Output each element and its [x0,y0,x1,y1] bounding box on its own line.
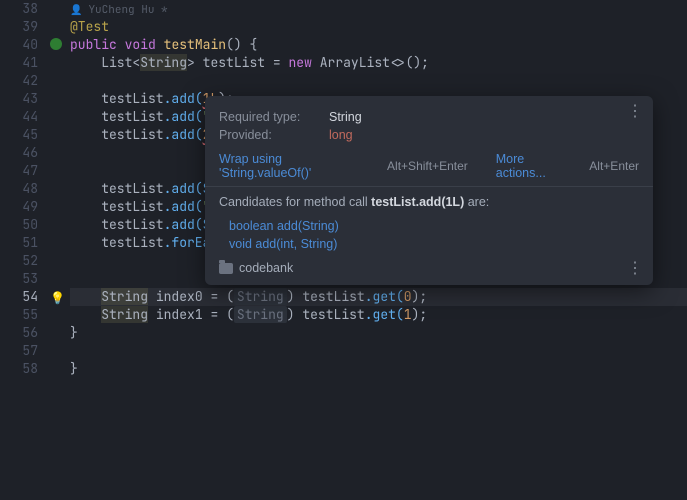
line-number: 54 [0,288,38,306]
line-number: 58 [0,360,38,378]
line-gutter: 💡 38 39 40 41 42 43 44 45 46 47 48 49 50… [0,0,48,500]
error-tooltip[interactable]: ⋮ Required type: String Provided: long W… [205,96,653,285]
current-line: String index0 = (String) testList.get(0)… [70,288,687,306]
module-name: codebank [239,261,293,275]
line-number: 48 [0,180,38,198]
line-number: 47 [0,162,38,180]
intention-bulb-icon[interactable]: 💡 [50,290,65,306]
more-actions-link[interactable]: More actions... [496,152,576,180]
candidates-text: Candidates for method call testList.add(… [219,195,639,209]
line-number: 40 [0,36,38,54]
method-name: testMain [164,36,226,53]
separator [205,186,653,187]
line-number: 52 [0,252,38,270]
line-number: 53 [0,270,38,288]
popup-menu-icon[interactable]: ⋮ [627,104,643,120]
line-number: 46 [0,144,38,162]
popup-menu-icon[interactable]: ⋮ [627,261,643,277]
line-number: 41 [0,54,38,72]
annotation: @Test [70,18,109,35]
provided-type-value: long [329,128,353,142]
line-number: 51 [0,234,38,252]
candidate-method[interactable]: boolean add(String) [229,217,639,235]
line-number: 42 [0,72,38,90]
run-test-icon[interactable] [50,38,62,50]
required-type-value: String [329,110,362,124]
line-number: 38 [0,0,38,18]
line-number: 45 [0,126,38,144]
line-number: 57 [0,342,38,360]
line-number: 49 [0,198,38,216]
quickfix-shortcut: Alt+Shift+Enter [387,159,468,173]
line-number: 43 [0,90,38,108]
provided-type-label: Provided: [219,128,329,142]
line-number: 56 [0,324,38,342]
candidate-method[interactable]: void add(int, String) [229,235,639,253]
module-icon [219,263,233,274]
line-number: 44 [0,108,38,126]
more-actions-shortcut: Alt+Enter [589,159,639,173]
line-number: 50 [0,216,38,234]
required-type-label: Required type: [219,110,329,124]
line-number: 39 [0,18,38,36]
line-number: 55 [0,306,38,324]
author-annotation: YuCheng Hu * [70,3,168,17]
quickfix-wrap-link[interactable]: Wrap using 'String.valueOf()' [219,152,373,180]
